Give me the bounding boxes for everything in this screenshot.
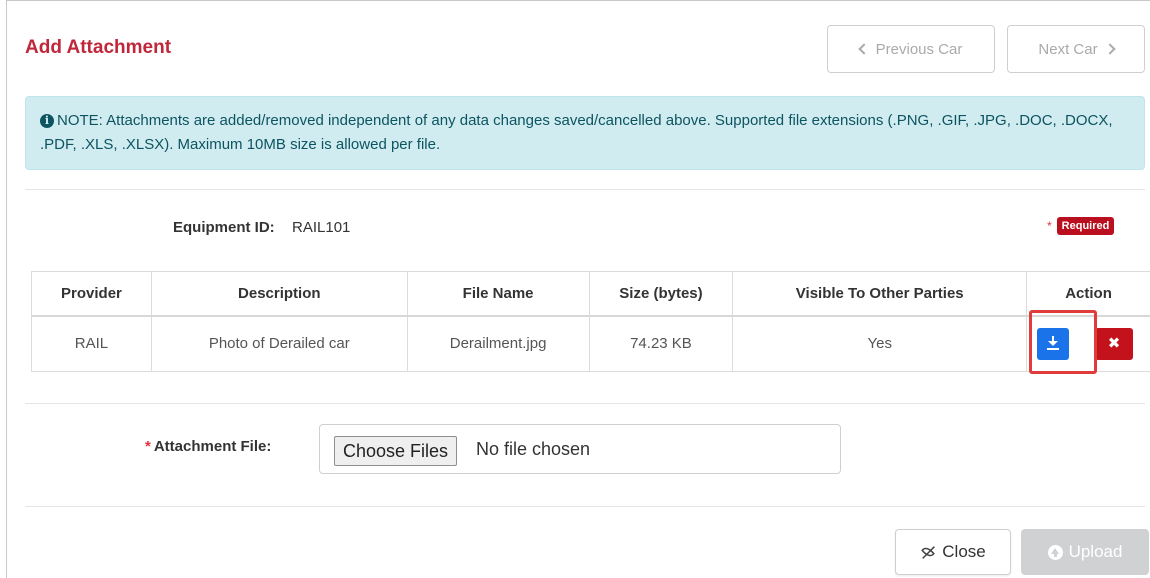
chevron-right-icon xyxy=(1103,43,1116,55)
column-header-visible: Visible To Other Parties xyxy=(732,271,1028,317)
required-indicator: * Required xyxy=(1047,217,1115,235)
dialog-title: Add Attachment xyxy=(25,37,172,58)
required-badge: Required xyxy=(1056,217,1115,235)
upload-circle-icon xyxy=(1047,544,1063,560)
info-circle-icon: i xyxy=(40,114,54,128)
chevron-left-icon xyxy=(857,43,870,55)
divider xyxy=(25,506,1145,507)
next-car-button[interactable]: Next Car xyxy=(1007,25,1145,73)
column-header-file-name: File Name xyxy=(406,271,590,317)
close-button[interactable]: Close xyxy=(895,529,1011,575)
eye-slash-icon xyxy=(921,545,936,559)
cell-action: ✖ xyxy=(1026,315,1150,372)
cell-file-name: Derailment.jpg xyxy=(406,315,590,372)
equipment-id-value: RAIL101 xyxy=(292,219,351,236)
note-text: NOTE: Attachments are added/removed inde… xyxy=(40,112,1113,153)
table-header-row: Provider Description File Name Size (byt… xyxy=(31,271,1150,317)
attachments-table: Provider Description File Name Size (byt… xyxy=(31,271,1150,372)
attachment-file-label-text: Attachment File: xyxy=(153,438,272,455)
delete-button[interactable]: ✖ xyxy=(1095,327,1134,360)
cell-provider: RAIL xyxy=(31,315,152,372)
table-row: RAIL Photo of Derailed car Derailment.jp… xyxy=(31,315,1150,372)
required-star: * xyxy=(145,438,151,455)
previous-car-label: Previous Car xyxy=(875,40,963,58)
cell-description: Photo of Derailed car xyxy=(150,315,408,372)
file-status-text: No file chosen xyxy=(476,439,591,459)
previous-car-button[interactable]: Previous Car xyxy=(827,25,995,73)
column-header-action: Action xyxy=(1026,271,1150,317)
cell-visible: Yes xyxy=(732,315,1028,372)
column-header-description: Description xyxy=(150,271,408,317)
cell-size: 74.23 KB xyxy=(588,315,734,372)
required-star: * xyxy=(1047,219,1052,233)
divider xyxy=(25,189,1145,190)
attachment-file-label: * Attachment File: xyxy=(145,438,271,455)
note-alert: i NOTE: Attachments are added/removed ind… xyxy=(25,96,1145,170)
next-car-label: Next Car xyxy=(1038,40,1098,58)
divider xyxy=(25,403,1145,404)
equipment-id-label: Equipment ID: xyxy=(173,219,275,236)
upload-button[interactable]: Upload xyxy=(1021,529,1149,575)
choose-files-button[interactable]: Choose Files xyxy=(334,436,458,466)
upload-label: Upload xyxy=(1068,542,1123,561)
attachment-dialog: Add Attachment Previous Car Next Car i NO… xyxy=(6,0,1150,578)
file-input[interactable]: Choose Files No file chosen xyxy=(319,424,841,474)
column-header-size: Size (bytes) xyxy=(588,271,734,317)
download-icon xyxy=(1047,335,1060,350)
column-header-provider: Provider xyxy=(31,271,152,317)
close-x-icon: ✖ xyxy=(1107,334,1121,352)
download-button[interactable] xyxy=(1037,327,1070,360)
close-label: Close xyxy=(942,542,986,561)
